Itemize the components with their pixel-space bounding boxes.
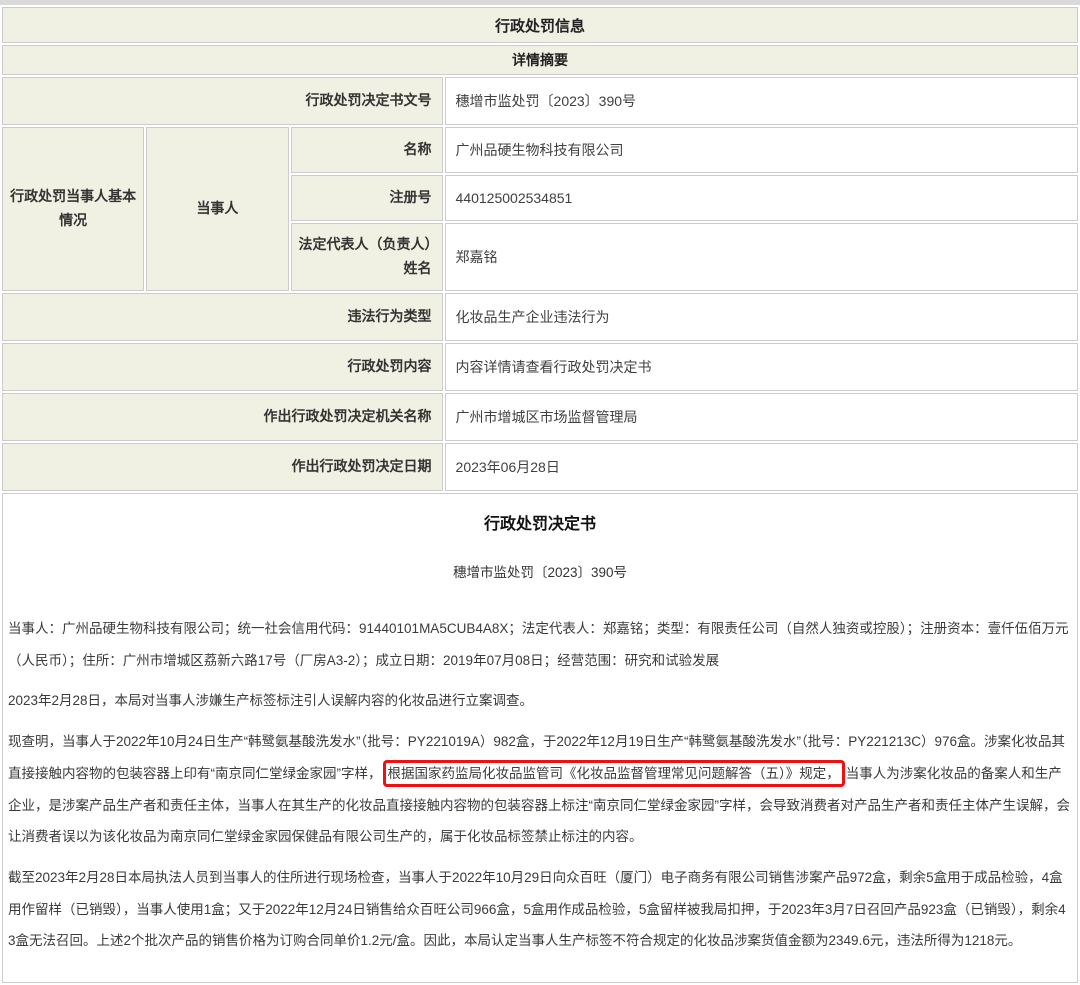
party-role-label: 当事人	[146, 127, 288, 291]
decision-doc-number-value: 穗增市监处罚〔2023〕390号	[445, 77, 1078, 125]
paragraph-party-info: 当事人：广州品硬生物科技有限公司；统一社会信用代码：91440101MA5CUB…	[8, 613, 1072, 676]
party-basic-info-group-label: 行政处罚当事人基本情况	[2, 127, 144, 291]
decision-document-number: 穗增市监处罚〔2023〕390号	[8, 561, 1072, 581]
party-regno-value: 440125002534851	[445, 175, 1078, 221]
decision-document-title: 行政处罚决定书	[8, 510, 1072, 534]
decision-date-label: 作出行政处罚决定日期	[2, 443, 443, 491]
paragraph-inspection-and-amounts: 截至2023年2月28日本局执法人员到当事人的住所进行现场检查，当事人于2022…	[8, 862, 1072, 957]
decision-date-value: 2023年06月28日	[445, 443, 1078, 491]
party-legal-rep-value: 郑嘉铭	[445, 223, 1078, 291]
penalty-info-table: 行政处罚信息 详情摘要 行政处罚决定书文号 穗增市监处罚〔2023〕390号 行…	[0, 5, 1080, 985]
decision-document-section: 行政处罚决定书 穗增市监处罚〔2023〕390号 当事人：广州品硬生物科技有限公…	[2, 493, 1078, 983]
deciding-authority-label: 作出行政处罚决定机关名称	[2, 393, 443, 441]
decision-document-body: 当事人：广州品硬生物科技有限公司；统一社会信用代码：91440101MA5CUB…	[8, 613, 1072, 957]
party-legal-rep-label: 法定代表人（负责人）姓名	[291, 223, 443, 291]
summary-section-title: 详情摘要	[2, 45, 1078, 75]
page-title: 行政处罚信息	[2, 7, 1078, 43]
party-name-label: 名称	[291, 127, 443, 173]
party-regno-label: 注册号	[291, 175, 443, 221]
deciding-authority-value: 广州市增城区市场监督管理局	[445, 393, 1078, 441]
violation-type-label: 违法行为类型	[2, 293, 443, 341]
paragraph-case-opening: 2023年2月28日，本局对当事人涉嫌生产标签标注引人误解内容的化妆品进行立案调…	[8, 685, 1072, 717]
red-highlight-box: 根据国家药监局化妆品监管司《化妆品监督管理常见问题解答（五）》规定，	[383, 760, 845, 787]
violation-type-value: 化妆品生产企业违法行为	[445, 293, 1078, 341]
penalty-content-label: 行政处罚内容	[2, 343, 443, 391]
party-name-value: 广州品硬生物科技有限公司	[445, 127, 1078, 173]
paragraph-findings: 现查明，当事人于2022年10月24日生产“韩鹭氨基酸洗发水”（批号：PY221…	[8, 726, 1072, 853]
decision-doc-number-label: 行政处罚决定书文号	[2, 77, 443, 125]
penalty-content-value: 内容详情请查看行政处罚决定书	[445, 343, 1078, 391]
